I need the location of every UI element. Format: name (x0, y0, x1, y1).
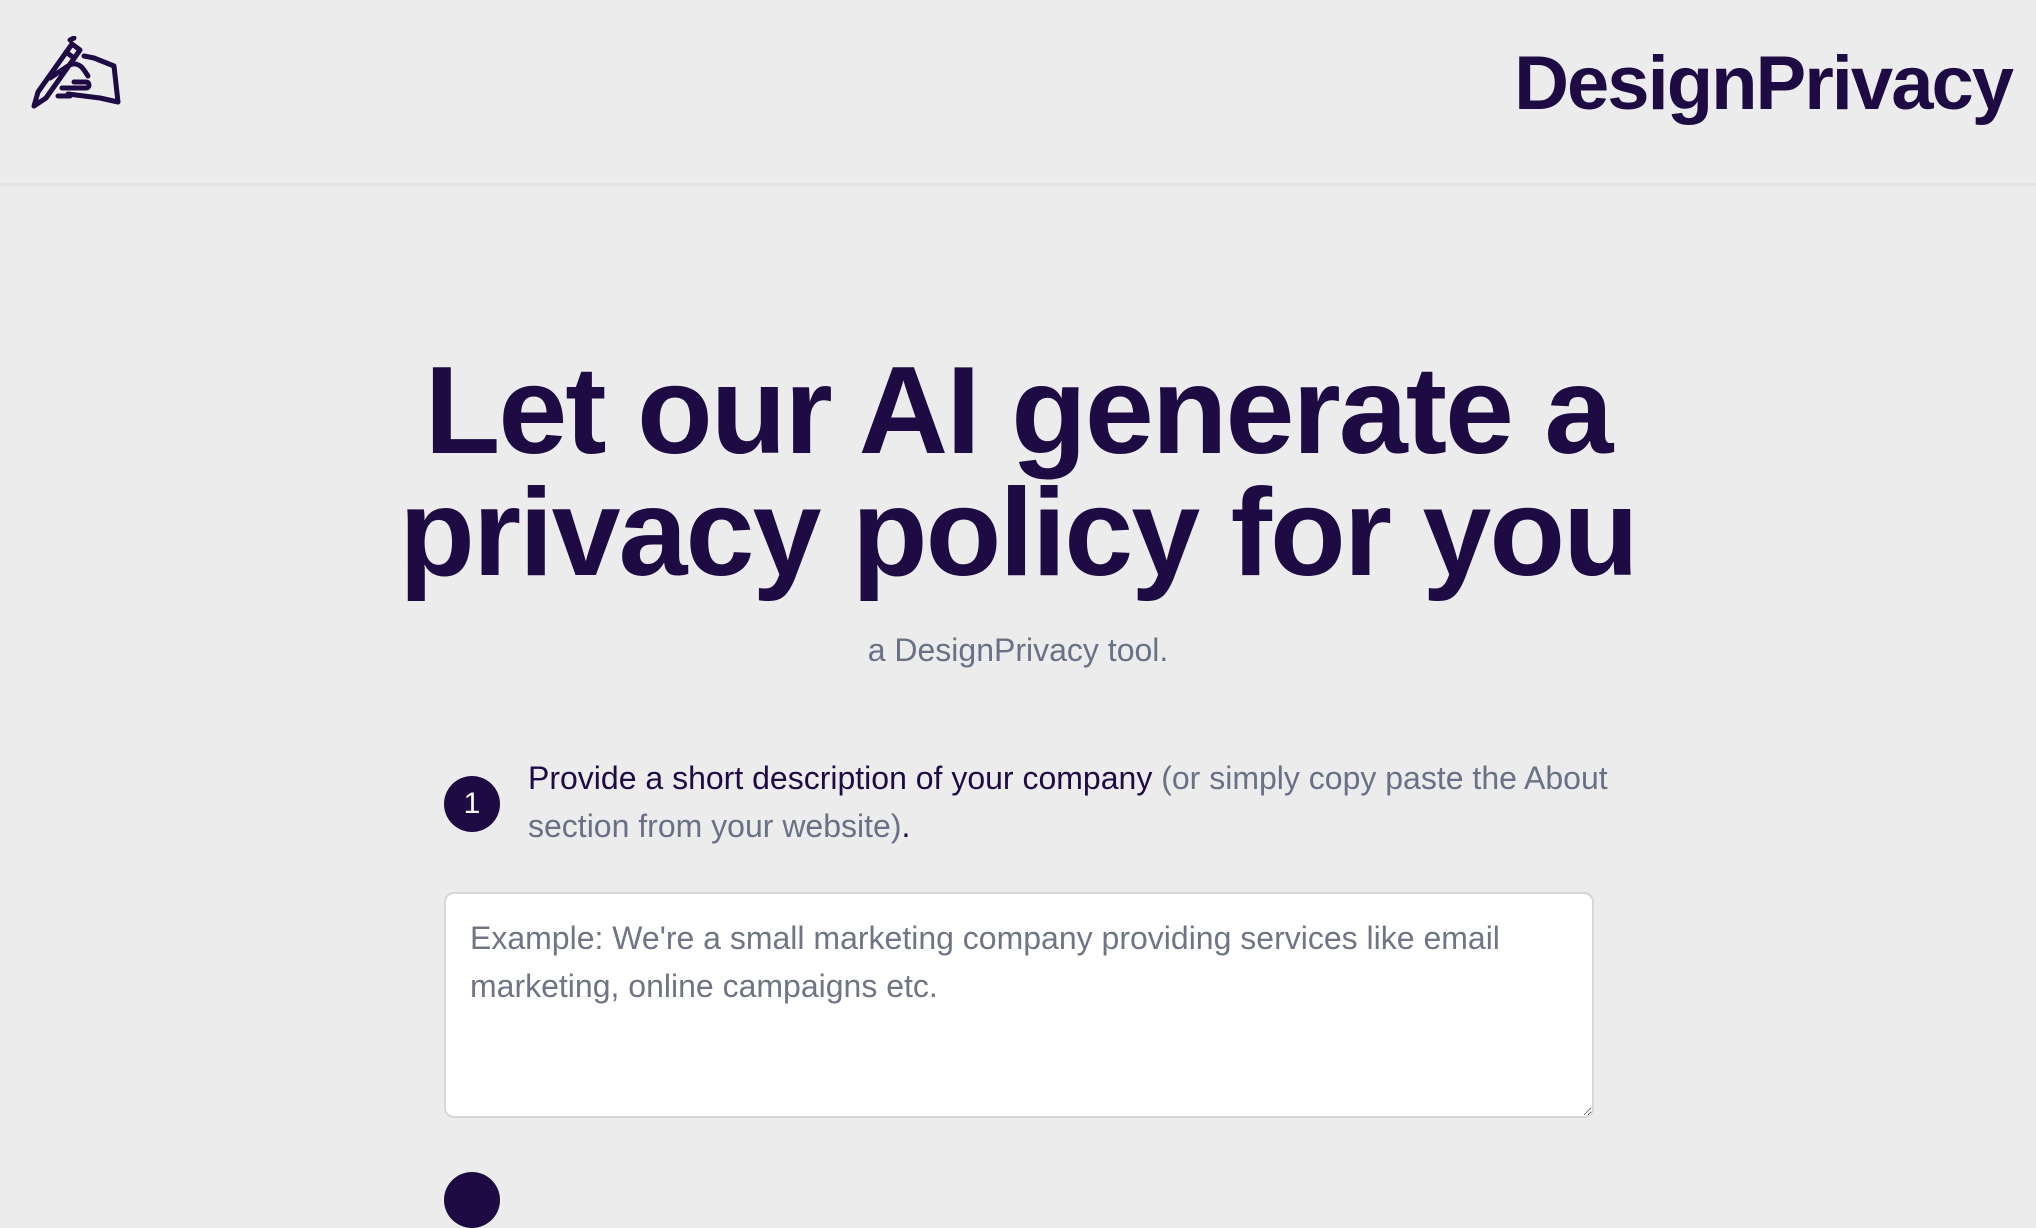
hero-title: Let our AI generate a privacy policy for… (0, 342, 2036, 602)
hero-title-line-2: privacy policy for you (399, 464, 1639, 602)
hand-writing-icon[interactable] (28, 36, 122, 114)
step-1-label-strong: Provide a short description of your comp… (528, 760, 1153, 796)
step-2-number-badge (444, 1172, 500, 1228)
step-number-badge: 1 (444, 776, 500, 832)
step-1-instruction: Provide a short description of your comp… (528, 754, 1608, 850)
brand-name[interactable]: DesignPrivacy (1514, 40, 2014, 127)
hero-subtitle: a DesignPrivacy tool. (867, 632, 1169, 668)
site-header: DesignPrivacy (0, 0, 2036, 186)
hero-title-line-1: Let our AI generate a (424, 342, 1614, 480)
step-1-label-end: . (901, 808, 911, 844)
company-description-input[interactable] (444, 892, 1594, 1118)
